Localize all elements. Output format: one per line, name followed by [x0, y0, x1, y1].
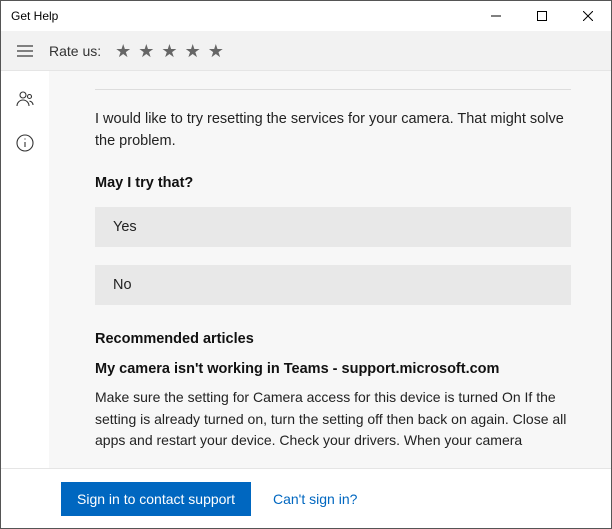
option-yes-button[interactable]: Yes [95, 207, 571, 247]
close-button[interactable] [565, 1, 611, 31]
rate-bar: Rate us: ★ ★ ★ ★ ★ [1, 31, 611, 71]
signin-button[interactable]: Sign in to contact support [61, 482, 251, 516]
window-title: Get Help [1, 9, 58, 23]
star-icon[interactable]: ★ [138, 42, 154, 60]
hamburger-icon[interactable] [15, 41, 35, 61]
footer: Sign in to contact support Can't sign in… [1, 468, 611, 528]
star-icon[interactable]: ★ [185, 42, 201, 60]
minimize-button[interactable] [473, 1, 519, 31]
cant-signin-link[interactable]: Can't sign in? [273, 491, 357, 507]
content-area: I would like to try resetting the servic… [49, 71, 611, 469]
article-text: Make sure the setting for Camera access … [95, 387, 571, 452]
option-no-button[interactable]: No [95, 265, 571, 305]
rate-label: Rate us: [49, 43, 101, 59]
divider [95, 89, 571, 90]
titlebar: Get Help [1, 1, 611, 31]
info-icon[interactable] [15, 133, 35, 153]
maximize-button[interactable] [519, 1, 565, 31]
star-icon[interactable]: ★ [115, 42, 131, 60]
star-icon[interactable]: ★ [161, 42, 177, 60]
assistant-question: May I try that? [95, 175, 571, 191]
window-controls [473, 1, 611, 31]
article-title[interactable]: My camera isn't working in Teams - suppo… [95, 361, 571, 377]
contact-icon[interactable] [15, 89, 35, 109]
assistant-message: I would like to try resetting the servic… [95, 108, 571, 153]
recommended-heading: Recommended articles [95, 331, 571, 347]
star-icon[interactable]: ★ [208, 42, 224, 60]
body-area: I would like to try resetting the servic… [1, 71, 611, 469]
rating-stars: ★ ★ ★ ★ ★ [115, 42, 224, 60]
sidebar [1, 71, 49, 469]
